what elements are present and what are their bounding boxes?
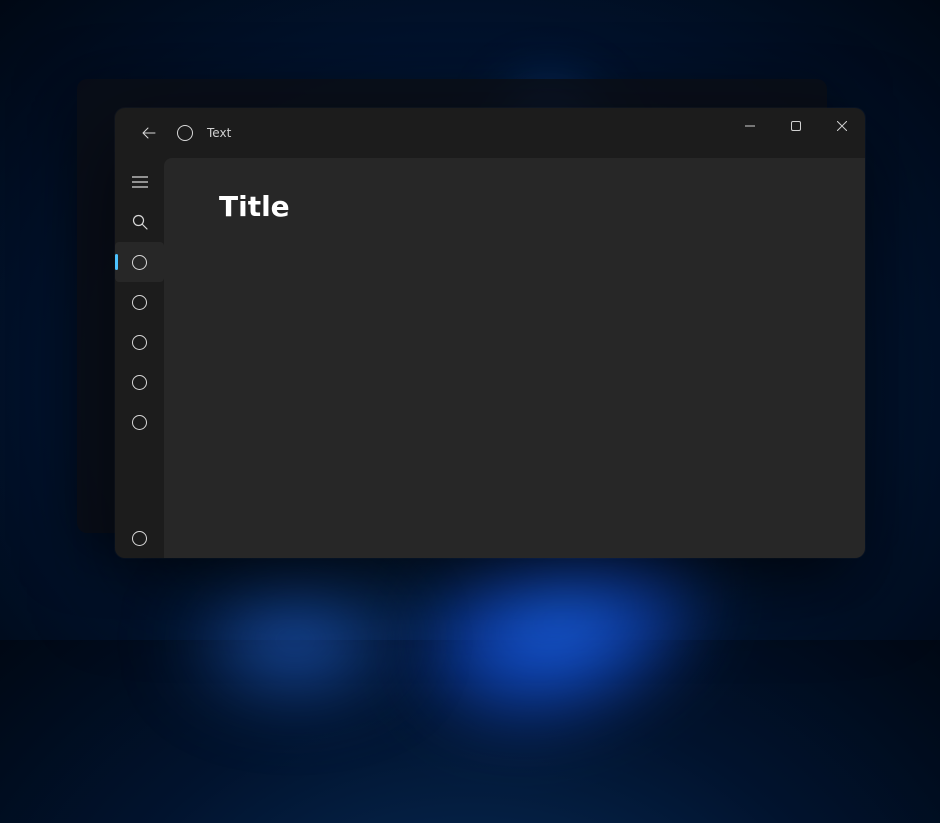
page-title: Title xyxy=(219,190,825,223)
close-icon xyxy=(837,121,847,131)
sidebar xyxy=(115,158,164,558)
app-window: Text xyxy=(115,108,865,558)
maximize-icon xyxy=(791,121,801,131)
sidebar-item-2[interactable] xyxy=(115,282,164,322)
background-glow xyxy=(120,540,470,740)
minimize-icon xyxy=(745,121,755,131)
circle-icon xyxy=(132,255,147,270)
titlebar[interactable]: Text xyxy=(115,108,865,158)
search-icon xyxy=(132,214,148,230)
back-button[interactable] xyxy=(131,115,167,151)
app-title: Text xyxy=(207,126,231,140)
circle-icon xyxy=(132,295,147,310)
back-arrow-icon xyxy=(142,126,156,140)
sidebar-item-3[interactable] xyxy=(115,322,164,362)
circle-icon xyxy=(132,375,147,390)
sidebar-spacer xyxy=(115,442,164,518)
app-icon xyxy=(177,125,193,141)
search-button[interactable] xyxy=(115,202,164,242)
sidebar-item-5[interactable] xyxy=(115,402,164,442)
circle-icon xyxy=(132,415,147,430)
minimize-button[interactable] xyxy=(727,108,773,144)
maximize-button[interactable] xyxy=(773,108,819,144)
close-button[interactable] xyxy=(819,108,865,144)
circle-icon xyxy=(132,335,147,350)
content-area: Title xyxy=(164,158,865,558)
sidebar-item-1[interactable] xyxy=(115,242,164,282)
caption-buttons xyxy=(727,108,865,144)
window-body: Title xyxy=(115,158,865,558)
sidebar-item-footer[interactable] xyxy=(115,518,164,558)
sidebar-item-4[interactable] xyxy=(115,362,164,402)
hamburger-icon xyxy=(132,176,148,188)
circle-icon xyxy=(132,531,147,546)
nav-toggle-button[interactable] xyxy=(115,162,164,202)
